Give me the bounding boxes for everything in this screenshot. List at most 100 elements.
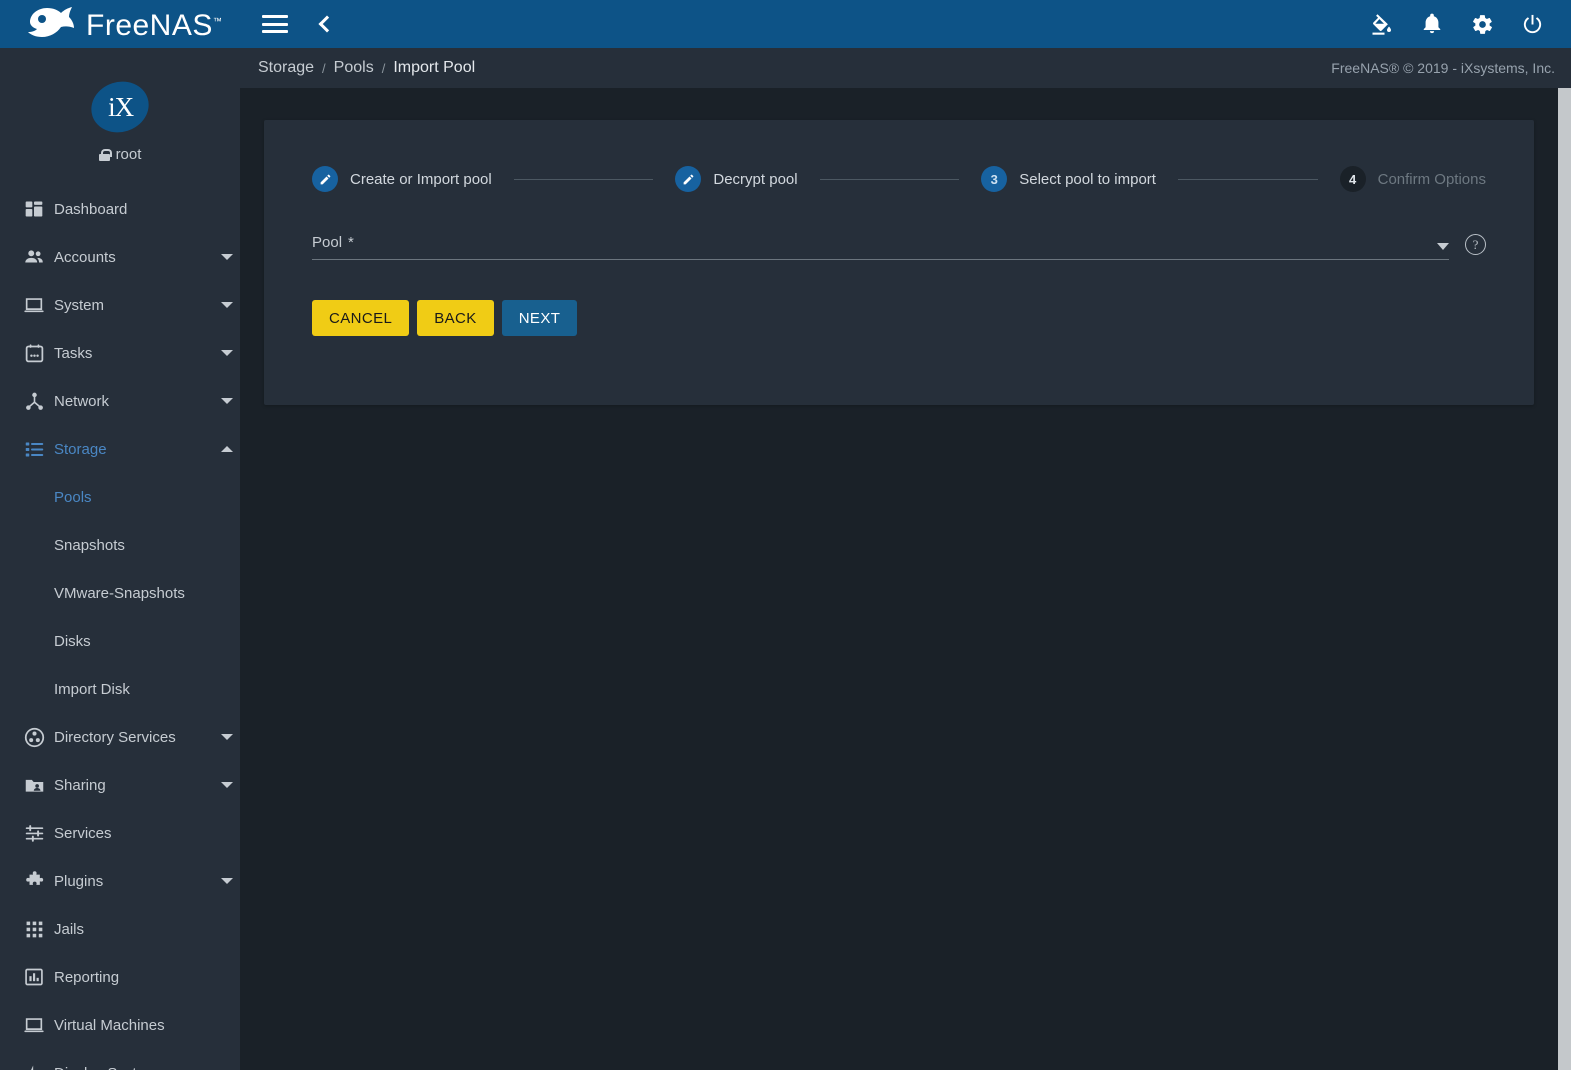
help-question-icon[interactable]: ?: [1465, 234, 1486, 255]
chevron-down-icon[interactable]: [214, 734, 240, 740]
sidebar-sublabel: Import Disk: [54, 680, 130, 698]
accounts-people-icon: [14, 246, 54, 268]
main-navigation: Dashboard Accounts System Tasks Network …: [0, 185, 240, 1070]
wizard-step-4[interactable]: 4 Confirm Options: [1339, 166, 1486, 192]
sidebar-item-jails[interactable]: Jails: [0, 905, 240, 953]
toolbar-icons: [1369, 11, 1555, 37]
settings-gear-icon[interactable]: [1469, 11, 1495, 37]
chevron-down-icon[interactable]: [214, 878, 240, 884]
sidebar-item-services[interactable]: Services: [0, 809, 240, 857]
sidebar-label: Services: [54, 824, 112, 842]
plugins-puzzle-icon: [14, 870, 54, 892]
services-sliders-icon: [14, 823, 54, 844]
jails-grid-icon: [14, 920, 54, 939]
wizard-step-label: Confirm Options: [1377, 170, 1486, 188]
sidebar-item-directory-services[interactable]: Directory Services: [0, 713, 240, 761]
sidebar-label: Dashboard: [54, 200, 128, 218]
freenas-app: FreeNAS™ iX root Dashboard Accounts Syst…: [0, 0, 1571, 1070]
sidebar-item-network[interactable]: Network: [0, 377, 240, 425]
wizard-step-2[interactable]: Decrypt pool: [675, 166, 798, 192]
sidebar-label: Storage: [54, 440, 107, 458]
current-user: root: [0, 146, 240, 163]
copyright-text: FreeNAS® © 2019 - iXsystems, Inc.: [1331, 60, 1555, 76]
stepper-connector: [513, 178, 654, 180]
sidebar-item-system[interactable]: System: [0, 281, 240, 329]
wizard-step-label: Create or Import pool: [350, 170, 492, 188]
breadcrumb-item-pools[interactable]: Pools: [326, 59, 382, 77]
chevron-left-icon[interactable]: [314, 13, 336, 35]
sidebar-item-vmware-snapshots[interactable]: VMware-Snapshots: [0, 569, 240, 617]
page-content: Create or Import pool Decrypt pool 3 Sel…: [240, 88, 1571, 1070]
wizard-step-1[interactable]: Create or Import pool: [312, 166, 492, 192]
trademark-mark: ™: [212, 16, 223, 26]
brand-name: FreeNAS™: [86, 9, 223, 42]
freenas-logo: FreeNAS™: [24, 4, 222, 44]
power-icon[interactable]: [1519, 11, 1545, 37]
pencil-edit-icon: [675, 166, 702, 192]
sidebar-label: Directory Services: [54, 728, 176, 746]
ix-avatar: iX: [84, 74, 156, 140]
step-number-badge: 4: [1339, 166, 1366, 192]
sidebar-item-snapshots[interactable]: Snapshots: [0, 521, 240, 569]
sidebar-item-accounts[interactable]: Accounts: [0, 233, 240, 281]
notifications-bell-icon[interactable]: [1419, 11, 1445, 37]
wizard-step-label: Decrypt pool: [713, 170, 798, 188]
display-system-icon: [14, 1063, 54, 1070]
sidebar-label: Reporting: [54, 968, 120, 986]
pencil-edit-icon: [312, 166, 338, 192]
back-button[interactable]: BACK: [417, 300, 494, 336]
sidebar-item-tasks[interactable]: Tasks: [0, 329, 240, 377]
page-scrollbar[interactable]: [1558, 88, 1571, 1070]
dashboard-icon: [14, 199, 54, 219]
next-button[interactable]: NEXT: [501, 300, 578, 336]
required-marker: *: [348, 234, 354, 251]
sidebar-item-virtual-machines[interactable]: Virtual Machines: [0, 1001, 240, 1049]
sidebar-item-display-system[interactable]: Display System: [0, 1049, 240, 1070]
chevron-down-icon[interactable]: [214, 398, 240, 404]
sidebar-item-storage[interactable]: Storage: [0, 425, 240, 473]
sidebar-label: Accounts: [54, 248, 116, 266]
reporting-chart-icon: [14, 967, 54, 987]
sidebar-sublabel: Pools: [54, 488, 92, 506]
chevron-down-icon[interactable]: [1437, 243, 1449, 250]
pool-field-row: Pool * ?: [312, 234, 1486, 260]
wizard-step-3[interactable]: 3 Select pool to import: [981, 166, 1156, 192]
sidebar-item-sharing[interactable]: Sharing: [0, 761, 240, 809]
network-nodes-icon: [14, 391, 54, 412]
cancel-button[interactable]: CANCEL: [312, 300, 410, 336]
sidebar-item-dashboard[interactable]: Dashboard: [0, 185, 240, 233]
chevron-down-icon[interactable]: [214, 254, 240, 260]
pool-field-label: Pool *: [312, 234, 354, 251]
theme-paint-bucket-icon[interactable]: [1369, 11, 1395, 37]
import-pool-wizard-card: Create or Import pool Decrypt pool 3 Sel…: [264, 120, 1534, 405]
ix-avatar-text: iX: [107, 91, 133, 122]
sidebar-item-import-disk[interactable]: Import Disk: [0, 665, 240, 713]
chevron-down-icon[interactable]: [214, 782, 240, 788]
wizard-actions: CANCEL BACK NEXT: [312, 300, 1486, 336]
stepper-connector: [1177, 178, 1318, 180]
breadcrumb-item-storage[interactable]: Storage: [250, 59, 322, 77]
brand-header: FreeNAS™: [0, 0, 240, 48]
sidebar: FreeNAS™ iX root Dashboard Accounts Syst…: [0, 0, 240, 1070]
chevron-down-icon[interactable]: [214, 302, 240, 308]
sidebar-item-reporting[interactable]: Reporting: [0, 953, 240, 1001]
username-label: root: [115, 146, 142, 163]
stepper-connector: [819, 178, 960, 180]
breadcrumb-item-import-pool: Import Pool: [393, 59, 476, 76]
chevron-up-icon[interactable]: [214, 446, 240, 452]
breadcrumb-bar: Storage / Pools / Import Pool FreeNAS® ©…: [240, 48, 1571, 88]
sharing-folder-icon: [14, 775, 54, 796]
sidebar-item-disks[interactable]: Disks: [0, 617, 240, 665]
pool-select[interactable]: Pool *: [312, 234, 1449, 260]
step-number-badge: 3: [981, 166, 1008, 192]
chevron-down-icon[interactable]: [214, 350, 240, 356]
sidebar-item-pools[interactable]: Pools: [0, 473, 240, 521]
lock-icon: [98, 148, 112, 161]
hamburger-menu-icon[interactable]: [262, 15, 288, 33]
sidebar-label: System: [54, 296, 105, 314]
wizard-stepper: Create or Import pool Decrypt pool 3 Sel…: [312, 166, 1486, 192]
freenas-fish-logo-icon: [24, 4, 80, 44]
directory-services-icon: [14, 727, 54, 748]
sidebar-item-plugins[interactable]: Plugins: [0, 857, 240, 905]
main-area: Storage / Pools / Import Pool FreeNAS® ©…: [240, 0, 1571, 1070]
